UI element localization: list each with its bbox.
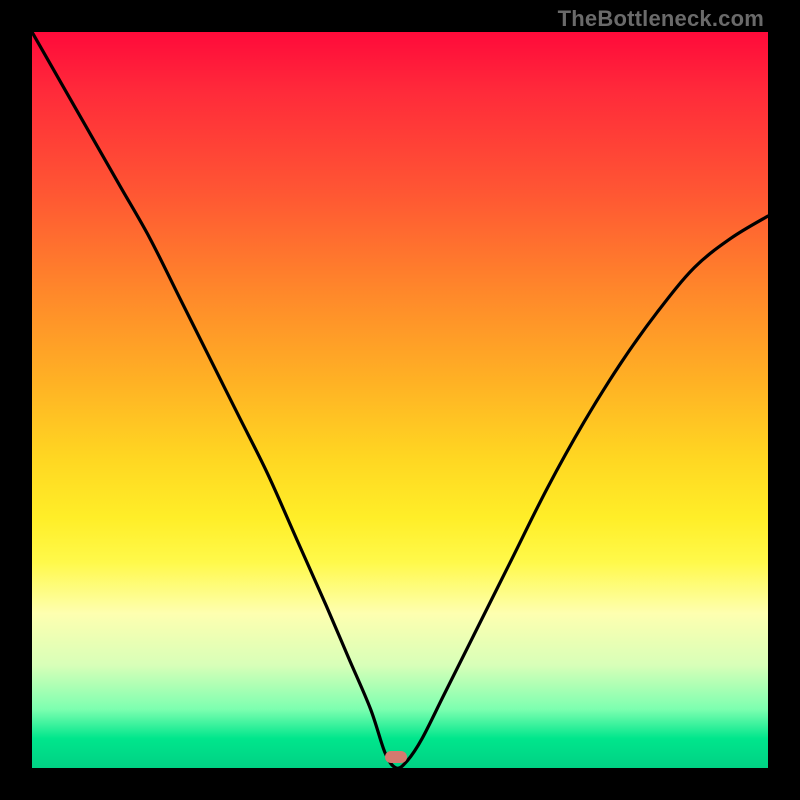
plot-area bbox=[32, 32, 768, 768]
minimum-marker bbox=[385, 751, 407, 763]
watermark-text: TheBottleneck.com bbox=[558, 6, 764, 32]
chart-frame: TheBottleneck.com bbox=[0, 0, 800, 800]
